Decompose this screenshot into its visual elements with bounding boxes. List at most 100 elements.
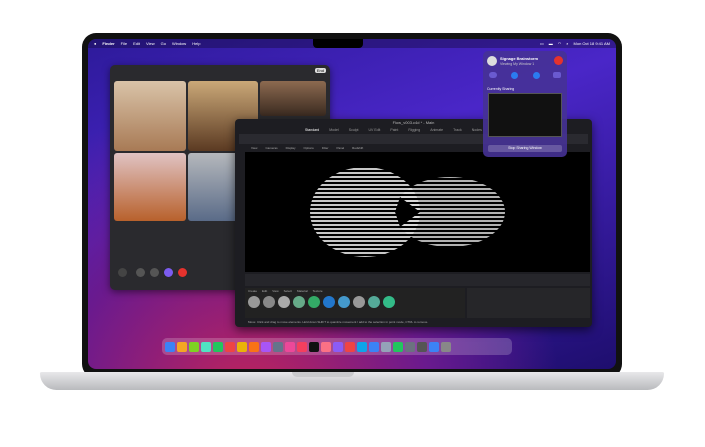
menu-view[interactable]: View	[146, 41, 155, 46]
search-icon[interactable]: ⌕	[566, 41, 568, 46]
render-object	[310, 167, 505, 257]
video-icon[interactable]	[533, 72, 540, 79]
dock-app-icon[interactable]	[189, 341, 199, 352]
tab-uv-edit[interactable]: UV Edit	[369, 128, 381, 132]
mic-icon[interactable]	[511, 72, 518, 79]
call-subtitle: Viewing My Window 1	[500, 62, 535, 66]
dock-app-icon[interactable]	[369, 341, 379, 352]
wifi-icon[interactable]: ◠	[558, 41, 562, 46]
timeline[interactable]	[245, 274, 590, 286]
material-swatch[interactable]	[338, 296, 350, 308]
dock-app-icon[interactable]	[225, 341, 235, 352]
participant-avatar	[487, 56, 497, 66]
dock-app-icon[interactable]	[285, 341, 295, 352]
participant-video[interactable]	[114, 153, 186, 221]
dock-app-icon[interactable]	[177, 341, 187, 352]
dock-app-icon[interactable]	[237, 341, 247, 352]
participant-video[interactable]	[114, 81, 186, 151]
section-label: Currently Sharing	[487, 87, 515, 91]
messages-icon[interactable]	[489, 72, 497, 78]
material-swatch[interactable]	[353, 296, 365, 308]
dock-app-icon[interactable]	[261, 341, 271, 352]
menu-cameras[interactable]: Cameras	[265, 146, 277, 150]
dock-app-icon[interactable]	[309, 341, 319, 352]
material-swatch[interactable]	[323, 296, 335, 308]
dock-app-icon[interactable]	[345, 341, 355, 352]
screen-sharing-popover: Signage Brainstorm Viewing My Window 1 C…	[483, 51, 567, 157]
mat-menu-view[interactable]: View	[272, 289, 278, 293]
menu-filter[interactable]: Filter	[322, 146, 329, 150]
battery-icon[interactable]: ▬	[549, 41, 553, 46]
leave-call-button[interactable]	[554, 56, 563, 65]
dock-app-icon[interactable]	[405, 341, 415, 352]
material-swatch[interactable]	[368, 296, 380, 308]
menu-redshift[interactable]: Redshift	[352, 146, 363, 150]
shared-window-thumbnail[interactable]	[488, 93, 562, 137]
material-swatch[interactable]	[248, 296, 260, 308]
tab-nodes[interactable]: Nodes	[472, 128, 482, 132]
video-button[interactable]	[150, 268, 159, 277]
apple-menu-icon[interactable]: ●	[94, 41, 96, 46]
mic-button[interactable]	[136, 268, 145, 277]
material-swatch[interactable]	[293, 296, 305, 308]
dock-app-icon[interactable]	[333, 341, 343, 352]
menu-display[interactable]: Display	[286, 146, 296, 150]
dock-app-icon[interactable]	[165, 341, 175, 352]
dock-app-icon[interactable]	[417, 341, 427, 352]
clock[interactable]: Mon Oct 18 9:41 AM	[574, 41, 610, 46]
tab-paint[interactable]: Paint	[390, 128, 398, 132]
material-swatch[interactable]	[308, 296, 320, 308]
dock-app-icon[interactable]	[381, 341, 391, 352]
menu-view[interactable]: View	[251, 146, 257, 150]
dock-app-icon[interactable]	[393, 341, 403, 352]
call-title: Signage Brainstorm	[500, 56, 539, 61]
tab-track[interactable]: Track	[453, 128, 462, 132]
menu-file[interactable]: File	[121, 41, 127, 46]
mat-menu-texture[interactable]: Texture	[313, 289, 323, 293]
end-call-button[interactable]	[178, 268, 187, 277]
tab-sculpt[interactable]: Sculpt	[349, 128, 359, 132]
dock-app-icon[interactable]	[357, 341, 367, 352]
tab-standard[interactable]: Standard	[305, 128, 319, 132]
material-swatch[interactable]	[383, 296, 395, 308]
dock	[162, 338, 512, 355]
stop-sharing-button[interactable]: Stop Sharing Window	[488, 145, 562, 152]
coordinates-panel[interactable]	[467, 288, 590, 318]
dock-app-icon[interactable]	[213, 341, 223, 352]
dock-app-icon[interactable]	[249, 341, 259, 352]
dock-app-icon[interactable]	[321, 341, 331, 352]
participant-video[interactable]	[188, 153, 238, 221]
3d-viewport[interactable]	[245, 152, 590, 272]
menu-go[interactable]: Go	[161, 41, 166, 46]
menu-panel[interactable]: Panel	[336, 146, 344, 150]
mat-menu-material[interactable]: Material	[297, 289, 308, 293]
dock-app-icon[interactable]	[441, 341, 451, 352]
tab-model[interactable]: Model	[329, 128, 339, 132]
material-swatch[interactable]	[278, 296, 290, 308]
end-button[interactable]: End	[314, 68, 326, 73]
material-swatch[interactable]	[263, 296, 275, 308]
tab-animate[interactable]: Animate	[430, 128, 443, 132]
dock-app-icon[interactable]	[297, 341, 307, 352]
dock-app-icon[interactable]	[429, 341, 439, 352]
participant-video[interactable]	[260, 81, 326, 116]
mat-menu-select[interactable]: Select	[284, 289, 292, 293]
sidebar-button[interactable]	[118, 268, 127, 277]
mat-menu-create[interactable]: Create	[248, 289, 257, 293]
menu-options[interactable]: Options	[303, 146, 313, 150]
tab-rigging[interactable]: Rigging	[408, 128, 420, 132]
screen-share-icon[interactable]: ▭	[540, 41, 544, 46]
mat-menu-edit[interactable]: Edit	[262, 289, 267, 293]
camera-notch	[313, 39, 363, 48]
screen-share-icon[interactable]	[553, 72, 561, 78]
dock-app-icon[interactable]	[273, 341, 283, 352]
menu-window[interactable]: Window	[172, 41, 186, 46]
dock-app-icon[interactable]	[201, 341, 211, 352]
status-bar: Move: Click and drag to move elements. H…	[248, 320, 429, 324]
shareplay-button[interactable]	[164, 268, 173, 277]
lid-opening-groove	[292, 372, 354, 377]
menu-finder[interactable]: Finder	[102, 41, 114, 46]
menu-edit[interactable]: Edit	[133, 41, 140, 46]
screen: ● Finder File Edit View Go Window Help ▭…	[88, 39, 616, 369]
menu-help[interactable]: Help	[192, 41, 200, 46]
